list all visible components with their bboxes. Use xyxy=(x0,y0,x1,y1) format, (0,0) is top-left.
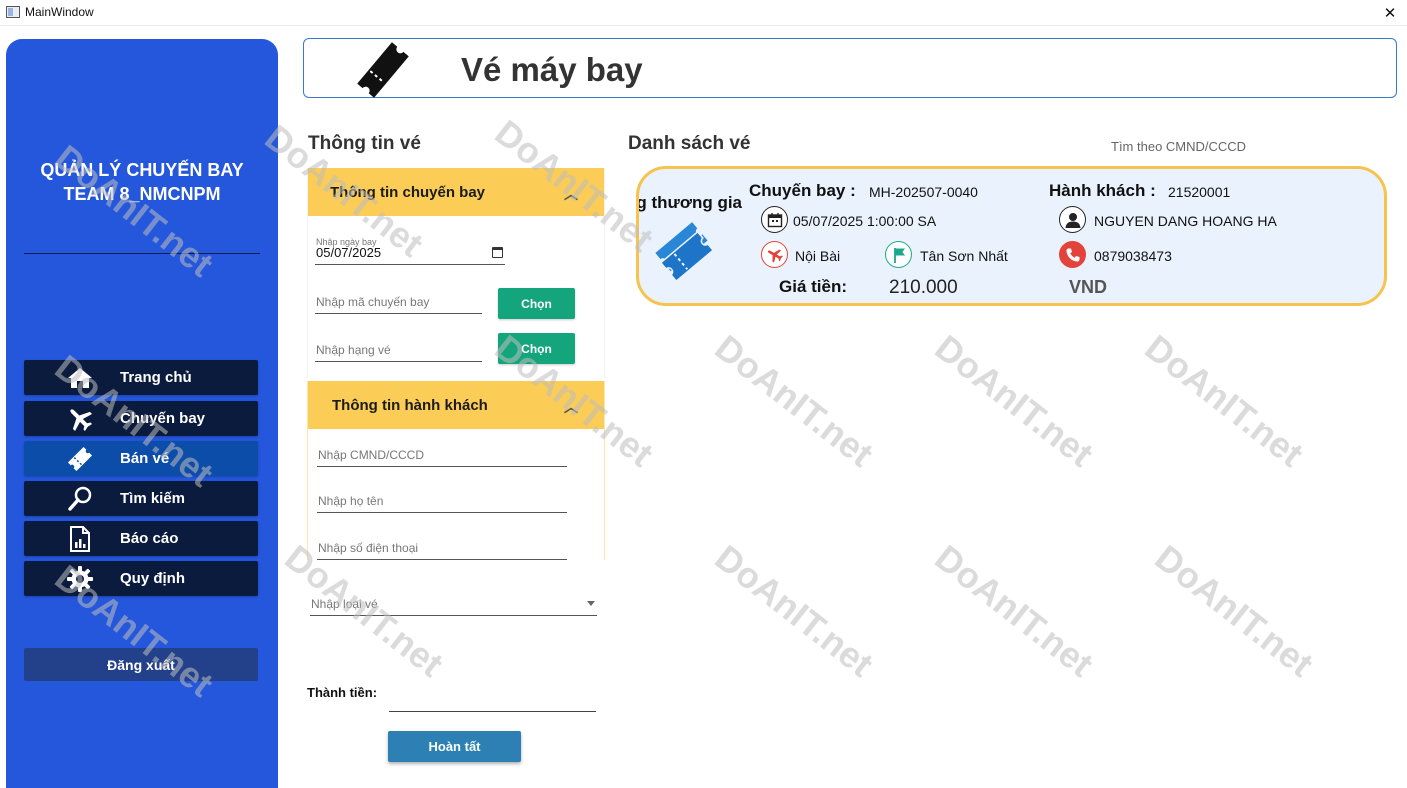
flight-label: Chuyến bay : xyxy=(749,181,856,200)
flight-code-placeholder: Nhập mã chuyến bay xyxy=(316,295,430,309)
departure-plane-icon xyxy=(761,241,788,268)
brand-line-2: TEAM 8_NMCNPM xyxy=(63,184,221,204)
sidebar-item-bao-cao[interactable]: Báo cáo xyxy=(24,521,258,556)
watermark-text: DoAnIT.net xyxy=(1147,536,1321,685)
watermark-text: DoAnIT.net xyxy=(1137,326,1311,475)
ticket-type-placeholder: Nhập loại vé xyxy=(311,597,378,611)
window-title: MainWindow xyxy=(25,5,94,19)
choose-class-button[interactable]: Chọn xyxy=(498,333,575,364)
passenger-name: NGUYEN DANG HOANG HA xyxy=(1094,213,1277,229)
sidebar-item-tim-kiem[interactable]: Tìm kiếm xyxy=(24,481,258,516)
sidebar: QUẢN LÝ CHUYẾN BAY TEAM 8_NMCNPM Trang c… xyxy=(6,39,278,788)
sidebar-divider xyxy=(24,253,260,254)
departure-airport: Nội Bài xyxy=(795,248,841,264)
user-icon xyxy=(1059,206,1086,233)
chevron-up-icon[interactable]: ︿ xyxy=(564,184,578,204)
ticket-class-input[interactable]: Nhập hạng vé xyxy=(315,338,482,362)
passenger-phone-input[interactable]: Nhập số điện thoại xyxy=(317,536,567,560)
sidebar-item-chuyen-bay[interactable]: Chuyến bay xyxy=(24,401,258,436)
sidebar-item-label: Quy định xyxy=(120,570,185,587)
gear-icon xyxy=(66,565,94,593)
passenger-phone-placeholder: Nhập số điện thoại xyxy=(318,541,419,555)
home-icon xyxy=(66,364,94,392)
passenger-id: 21520001 xyxy=(1168,184,1231,200)
destination-flag-icon xyxy=(885,241,912,268)
total-value-field xyxy=(389,711,596,712)
price-label: Giá tiền: xyxy=(779,277,848,296)
ticket-list-title: Danh sách vé xyxy=(628,133,751,154)
sidebar-item-label: Chuyến bay xyxy=(120,410,206,427)
page-header: Vé máy bay xyxy=(303,38,1397,98)
passenger-label: Hành khách : xyxy=(1049,181,1156,200)
arrival-airport: Tân Sơn Nhất xyxy=(920,248,1008,264)
passenger-info-panel-header[interactable]: Thông tin hành khách ︿ xyxy=(308,381,604,429)
flight-datetime: 05/07/2025 1:00:00 SA xyxy=(793,213,937,229)
ticket-info-title: Thông tin vé xyxy=(308,133,421,154)
ticket-icon xyxy=(352,41,414,104)
close-icon[interactable]: ✕ xyxy=(1373,0,1407,26)
search-by-id-input[interactable]: Tìm theo CMND/CCCD xyxy=(1111,139,1246,154)
ticket-type-select[interactable]: Nhập loại vé xyxy=(310,592,597,616)
watermark-text: DoAnIT.net xyxy=(707,536,881,685)
logout-button[interactable]: Đăng xuất xyxy=(24,648,258,681)
sidebar-item-ban-ve[interactable]: Bán vé xyxy=(24,441,258,476)
chevron-up-icon[interactable]: ︿ xyxy=(564,397,578,417)
flight-date-value: 05/07/2025 xyxy=(316,245,382,260)
passenger-name-input[interactable]: Nhập họ tên xyxy=(317,489,567,513)
flight-code-input[interactable]: Nhập mã chuyến bay xyxy=(315,290,482,314)
ticket-icon xyxy=(653,221,723,290)
sidebar-item-label: Báo cáo xyxy=(120,530,179,547)
sidebar-item-quy-dinh[interactable]: Quy định xyxy=(24,561,258,596)
passenger-id-placeholder: Nhập CMND/CCCD xyxy=(318,448,425,462)
passenger-id-input[interactable]: Nhập CMND/CCCD xyxy=(317,443,567,467)
finish-button[interactable]: Hoàn tất xyxy=(388,731,521,762)
passenger-info-panel: Thông tin hành khách ︿ xyxy=(307,381,605,560)
watermark-text: DoAnIT.net xyxy=(927,326,1101,475)
ticket-class-placeholder: Nhập hạng vé xyxy=(316,343,391,357)
ticket-class-text: Hạng thương gia xyxy=(639,193,742,212)
passenger-info-panel-title: Thông tin hành khách xyxy=(332,396,488,414)
phone-icon xyxy=(1059,241,1086,268)
watermark-text: DoAnIT.net xyxy=(927,536,1101,685)
report-icon xyxy=(66,525,94,553)
dropdown-arrow-icon[interactable] xyxy=(587,601,595,606)
choose-flight-button[interactable]: Chọn xyxy=(498,288,575,319)
calendar-icon xyxy=(761,206,788,233)
passenger-phone: 0879038473 xyxy=(1094,248,1172,264)
brand-line-1: QUẢN LÝ CHUYẾN BAY xyxy=(40,160,244,180)
watermark-text: DoAnIT.net xyxy=(707,326,881,475)
search-icon xyxy=(66,485,94,513)
passenger-name-placeholder: Nhập họ tên xyxy=(318,494,384,508)
sidebar-item-label: Bán vé xyxy=(120,450,170,467)
app-brand: QUẢN LÝ CHUYẾN BAY TEAM 8_NMCNPM xyxy=(6,158,278,206)
sidebar-item-label: Trang chủ xyxy=(120,369,192,386)
app-window-icon xyxy=(6,6,20,18)
ticket-icon xyxy=(66,445,94,473)
flight-info-panel-title: Thông tin chuyến bay xyxy=(330,183,486,201)
page-title: Vé máy bay xyxy=(461,51,643,88)
flight-date-picker[interactable]: Nhập ngày bay 05/07/2025 xyxy=(315,237,505,265)
total-label: Thành tiền: xyxy=(307,685,378,700)
calendar-icon[interactable] xyxy=(492,247,503,258)
price-currency: VND xyxy=(1069,277,1108,297)
ticket-price: 210.000 xyxy=(889,277,958,298)
airplane-icon xyxy=(66,405,94,433)
flight-code: MH-202507-0040 xyxy=(869,184,978,200)
sidebar-item-trang-chu[interactable]: Trang chủ xyxy=(24,360,258,395)
flight-info-panel-header[interactable]: Thông tin chuyến bay ︿ xyxy=(308,168,604,216)
window-titlebar: MainWindow ✕ xyxy=(0,0,1407,26)
sidebar-item-label: Tìm kiếm xyxy=(120,490,186,507)
ticket-card[interactable]: Hạng thương gia Chuyến bay : MH-202507-0… xyxy=(636,166,1387,306)
